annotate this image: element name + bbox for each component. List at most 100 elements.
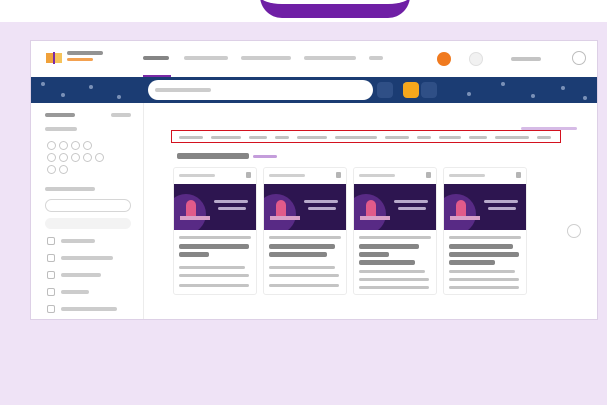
card-title <box>359 260 415 265</box>
tab[interactable] <box>495 136 529 139</box>
logo-title <box>67 51 103 55</box>
section-title <box>177 153 249 159</box>
search-icon[interactable] <box>377 82 393 98</box>
snowflake-icon <box>561 86 565 90</box>
card-title <box>359 252 389 257</box>
book-icon[interactable] <box>45 51 63 65</box>
card-meta <box>449 236 521 239</box>
subjects-heading <box>45 187 95 191</box>
grade-chip[interactable] <box>59 141 68 150</box>
logo-subtitle <box>67 58 93 61</box>
subject-checkbox[interactable] <box>47 305 55 313</box>
card-title <box>449 260 495 265</box>
card-thumbnail <box>354 184 436 230</box>
snowflake-icon <box>467 92 471 96</box>
grade-chip[interactable] <box>95 153 104 162</box>
card-author <box>269 266 335 269</box>
grade-chip[interactable] <box>83 141 92 150</box>
card-title <box>269 244 335 249</box>
tab[interactable] <box>417 136 431 139</box>
card-date <box>359 278 429 281</box>
chevron-right-icon[interactable] <box>567 224 581 238</box>
grade-chip[interactable] <box>59 153 68 162</box>
card-meta <box>359 236 431 239</box>
tab[interactable] <box>179 136 203 139</box>
subject-label <box>61 290 89 294</box>
tab[interactable] <box>211 136 241 139</box>
create-button[interactable] <box>437 52 451 66</box>
card-category <box>269 174 305 177</box>
subject-label <box>61 256 113 260</box>
bookmark-icon[interactable] <box>426 172 431 178</box>
tab[interactable] <box>537 136 551 139</box>
card-category <box>179 174 215 177</box>
snowflake-icon <box>531 94 535 98</box>
grade-chip[interactable] <box>59 165 68 174</box>
tab[interactable] <box>249 136 267 139</box>
filters-sidebar <box>31 103 144 319</box>
grade-chip[interactable] <box>47 141 56 150</box>
subject-filter-toggle[interactable] <box>45 218 131 229</box>
grade-chip[interactable] <box>47 153 56 162</box>
nav-teacher-office[interactable] <box>241 56 291 60</box>
tab[interactable] <box>469 136 487 139</box>
snowflake-icon <box>583 96 587 100</box>
tab[interactable] <box>385 136 409 139</box>
tab[interactable] <box>275 136 289 139</box>
card-author <box>179 266 245 269</box>
card-stats <box>449 286 519 289</box>
tab[interactable] <box>297 136 327 139</box>
grid-icon[interactable] <box>403 82 419 98</box>
bookmark-icon[interactable] <box>516 172 521 178</box>
card-stats <box>269 284 339 287</box>
grade-chip[interactable] <box>47 165 56 174</box>
bookmark-icon[interactable] <box>336 172 341 178</box>
subject-checkbox[interactable] <box>47 254 55 262</box>
list-view-icon[interactable] <box>421 82 437 98</box>
question-icon[interactable] <box>572 51 586 65</box>
subject-checkbox[interactable] <box>47 237 55 245</box>
card-thumbnail <box>264 184 346 230</box>
nav-self-education[interactable] <box>304 56 356 60</box>
card-category <box>449 174 485 177</box>
grade-chip[interactable] <box>83 153 92 162</box>
card-author <box>359 270 425 273</box>
snowflake-icon <box>117 95 121 99</box>
subject-search-input[interactable] <box>45 199 131 212</box>
nav-catalog[interactable] <box>143 56 169 60</box>
tab[interactable] <box>335 136 377 139</box>
card-title <box>449 244 513 249</box>
grade-chip[interactable] <box>71 141 80 150</box>
card-title <box>269 252 327 257</box>
subject-checkbox[interactable] <box>47 271 55 279</box>
tab[interactable] <box>439 136 461 139</box>
card-category <box>359 174 395 177</box>
material-card[interactable] <box>443 167 527 295</box>
card-stats <box>359 286 429 289</box>
subject-checkbox[interactable] <box>47 288 55 296</box>
user-menu[interactable] <box>511 57 541 61</box>
material-card[interactable] <box>353 167 437 295</box>
card-date <box>449 278 519 281</box>
filters-reset-link[interactable] <box>111 113 131 117</box>
card-title <box>359 244 419 249</box>
filters-heading <box>45 113 75 117</box>
snowflake-icon <box>41 82 45 86</box>
material-card[interactable] <box>263 167 347 295</box>
card-thumbnail <box>444 184 526 230</box>
bookmark-icon[interactable] <box>246 172 251 178</box>
subject-label <box>61 307 117 311</box>
slide-title-fragment <box>260 0 410 18</box>
nav-my-materials[interactable] <box>184 56 228 60</box>
nav-more[interactable] <box>369 56 383 60</box>
show-all-link[interactable] <box>253 155 277 158</box>
snowflake-icon <box>61 93 65 97</box>
material-card[interactable] <box>173 167 257 295</box>
subject-label <box>61 273 101 277</box>
subject-label <box>61 239 95 243</box>
bell-icon[interactable] <box>469 52 483 66</box>
grade-chip[interactable] <box>71 153 80 162</box>
card-title <box>179 252 209 257</box>
card-meta <box>179 236 251 239</box>
card-title <box>449 252 519 257</box>
